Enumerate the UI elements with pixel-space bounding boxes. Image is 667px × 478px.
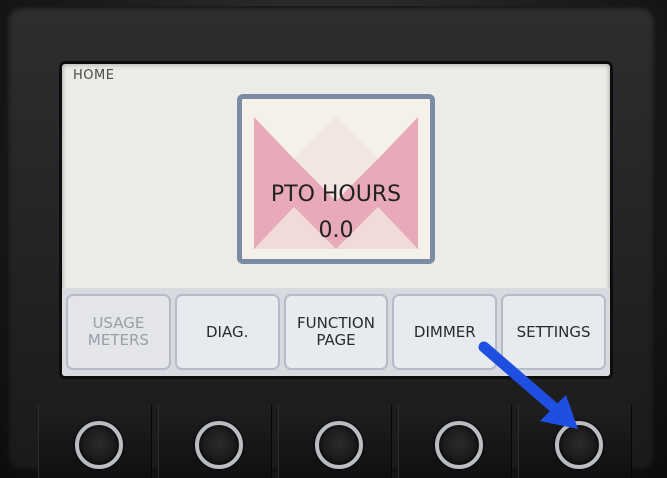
pto-hours-label: PTO HOURS — [270, 182, 402, 207]
hardware-button-1[interactable] — [75, 421, 123, 469]
softkey-diag[interactable]: DIAG. — [174, 294, 280, 370]
pointer-arrow-icon — [478, 341, 578, 429]
softkey-function-page[interactable]: FUNCTION PAGE — [283, 294, 389, 370]
device-bezel: HOME PTO HOURS 0.0 USAGE METERS DIAG. FU… — [0, 0, 667, 478]
pto-hours-value: 0.0 — [318, 218, 354, 243]
pto-hours-panel: PTO HOURS 0.0 — [237, 94, 435, 264]
hardware-button-2[interactable] — [195, 421, 243, 469]
softkey-usage-meters[interactable]: USAGE METERS — [66, 294, 171, 370]
hardware-button-3[interactable] — [315, 421, 363, 469]
hardware-button-slot — [278, 405, 392, 478]
hardware-button-slot — [158, 405, 272, 478]
page-title: HOME — [73, 68, 115, 83]
hardware-button-slot — [38, 405, 152, 478]
display-screen: HOME PTO HOURS 0.0 USAGE METERS DIAG. FU… — [62, 64, 610, 376]
